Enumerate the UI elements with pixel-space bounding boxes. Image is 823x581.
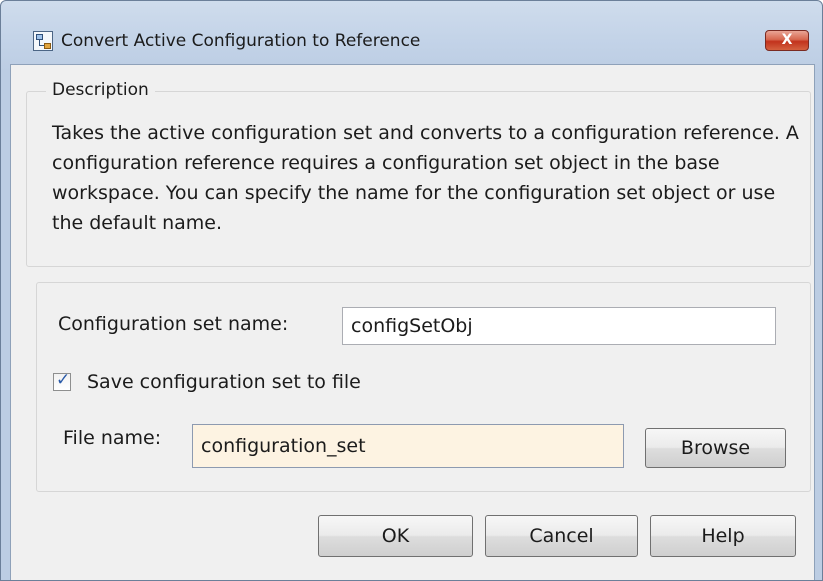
close-icon: X xyxy=(781,32,793,48)
save-to-file-checkbox[interactable]: ✓ xyxy=(53,370,71,391)
save-to-file-label[interactable]: Save configuration set to file xyxy=(87,371,361,393)
close-button[interactable]: X xyxy=(765,30,809,51)
config-set-name-label: Configuration set name: xyxy=(58,313,289,335)
description-legend: Description xyxy=(46,80,155,100)
model-block-icon xyxy=(33,31,53,51)
browse-button[interactable]: Browse xyxy=(645,428,786,468)
title-bar[interactable]: Convert Active Configuration to Referenc… xyxy=(1,1,822,63)
description-text: Takes the active configuration set and c… xyxy=(52,122,799,234)
file-name-input[interactable] xyxy=(192,424,624,468)
help-button[interactable]: Help xyxy=(650,515,796,557)
cancel-button[interactable]: Cancel xyxy=(485,515,638,557)
ok-button[interactable]: OK xyxy=(318,515,473,557)
file-name-label: File name: xyxy=(63,427,162,449)
window-title: Convert Active Configuration to Referenc… xyxy=(61,31,421,51)
config-set-name-input[interactable] xyxy=(342,307,776,345)
checkmark-icon: ✓ xyxy=(56,370,71,390)
